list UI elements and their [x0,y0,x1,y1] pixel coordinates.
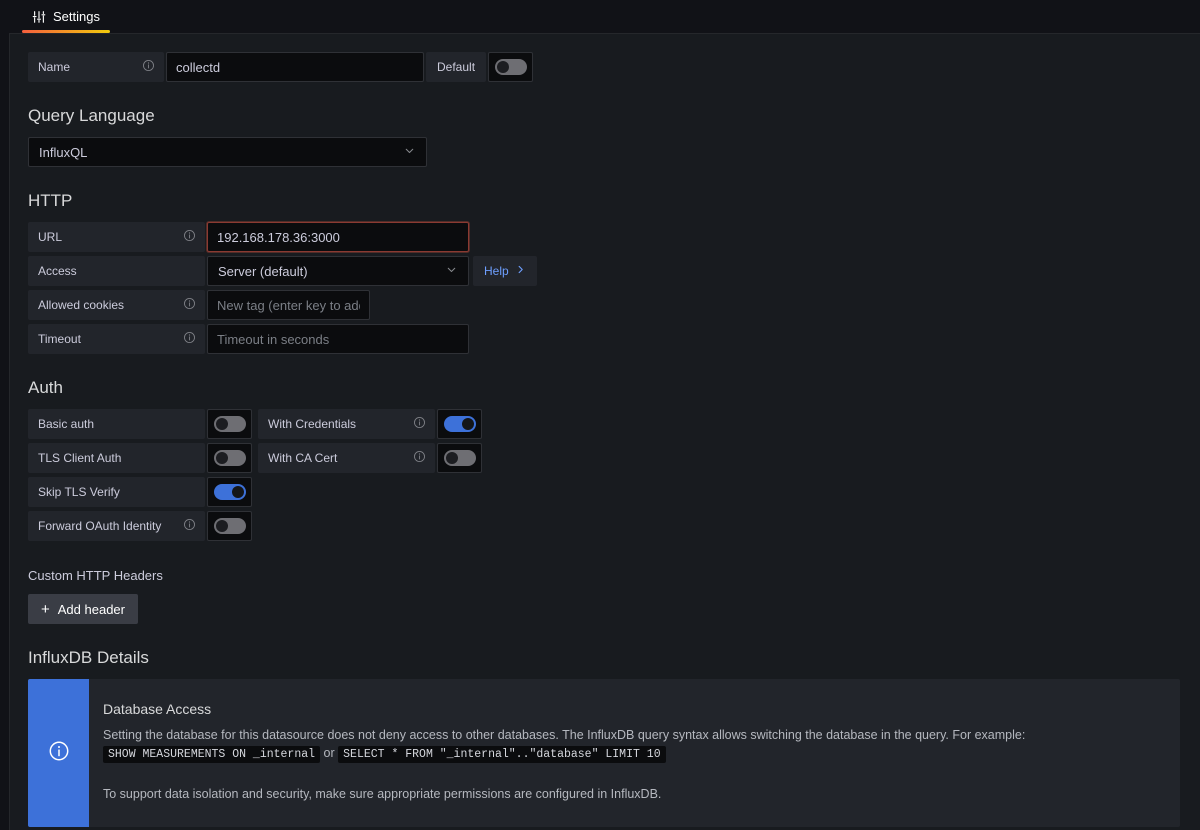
custom-http-headers-heading: Custom HTTP Headers [28,568,163,583]
tab-bar: Settings [0,0,1200,33]
info-icon [173,297,196,313]
access-value: Server (default) [218,263,308,279]
http-heading: HTTP [28,191,73,210]
name-input[interactable] [166,52,424,82]
with-ca-cert-label: With CA Cert [258,443,435,473]
info-icon [173,331,196,347]
chevron-down-icon [445,263,458,279]
url-label: URL [28,222,205,252]
forward-oauth-identity-label: Forward OAuth Identity [28,511,205,541]
alert-code-1: SHOW MEASUREMENTS ON _internal [103,746,321,763]
access-select[interactable]: Server (default) [207,256,469,286]
access-row: Access Server (default) Help [28,256,1182,286]
access-help-button[interactable]: Help [473,256,537,286]
tls-client-auth-label: TLS Client Auth [28,443,205,473]
default-label: Default [426,52,487,82]
skip-tls-verify-toggle[interactable] [207,477,252,507]
with-ca-cert-switch[interactable] [443,450,476,466]
with-credentials-toggle[interactable] [437,409,482,439]
access-label: Access [28,256,205,286]
tls-client-auth-switch[interactable] [213,450,246,466]
alert-title: Database Access [103,701,212,717]
skip-tls-verify-label: Skip TLS Verify [28,477,205,507]
auth-row: TLS Client Auth With CA Cert [28,443,1182,473]
query-language-value: InfluxQL [39,144,88,160]
default-switch[interactable] [494,59,527,75]
tls-client-auth-toggle[interactable] [207,443,252,473]
allowed-cookies-row: Allowed cookies [28,290,1182,320]
with-ca-cert-toggle[interactable] [437,443,482,473]
add-header-label: Add header [57,601,125,617]
info-icon [403,416,426,432]
url-input[interactable] [207,222,469,252]
database-access-alert: Database Access Setting the database for… [28,679,1180,827]
alert-accent-bar [28,679,89,827]
alert-text-b: or [323,746,335,760]
info-icon [173,229,196,245]
chevron-right-icon [515,264,526,278]
info-icon [173,518,196,534]
auth-heading: Auth [28,378,63,397]
name-label: Name [28,52,164,82]
alert-body: Database Access Setting the database for… [89,679,1180,827]
info-icon [403,450,426,466]
with-credentials-switch[interactable] [443,416,476,432]
alert-paragraph-1: Setting the database for this datasource… [103,726,1162,764]
alert-text-a: Setting the database for this datasource… [103,728,1026,742]
basic-auth-label: Basic auth [28,409,205,439]
forward-oauth-identity-switch[interactable] [213,518,246,534]
name-row: Name Default [28,52,1182,82]
add-header-button[interactable]: + Add header [28,594,138,624]
allowed-cookies-label: Allowed cookies [28,290,205,320]
timeout-input[interactable] [207,324,469,354]
plus-icon: + [41,600,50,618]
allowed-cookies-input[interactable] [207,290,370,320]
settings-panel: Name Default Query Language InfluxQL HTT… [9,33,1200,830]
basic-auth-switch[interactable] [213,416,246,432]
alert-code-2: SELECT * FROM "_internal".."database" LI… [338,746,666,763]
query-language-heading: Query Language [28,106,155,125]
influxdb-details-heading: InfluxDB Details [28,648,149,667]
timeout-label: Timeout [28,324,205,354]
query-language-select[interactable]: InfluxQL [28,137,427,167]
chevron-down-icon [403,144,416,160]
alert-paragraph-2: To support data isolation and security, … [103,787,662,801]
auth-row: Basic auth With Credentials [28,409,1182,439]
skip-tls-verify-switch[interactable] [213,484,246,500]
tab-settings[interactable]: Settings [22,9,110,33]
forward-oauth-identity-toggle[interactable] [207,511,252,541]
basic-auth-toggle[interactable] [207,409,252,439]
with-credentials-label: With Credentials [258,409,435,439]
info-icon [132,59,155,75]
url-row: URL [28,222,1182,252]
auth-row: Forward OAuth Identity [28,511,1182,541]
auth-row: Skip TLS Verify [28,477,1182,507]
help-label: Help [484,264,509,278]
tab-label: Settings [53,9,100,24]
default-toggle[interactable] [488,52,534,82]
timeout-row: Timeout [28,324,1182,354]
info-circle-icon [48,740,70,767]
sliders-icon [32,10,46,24]
